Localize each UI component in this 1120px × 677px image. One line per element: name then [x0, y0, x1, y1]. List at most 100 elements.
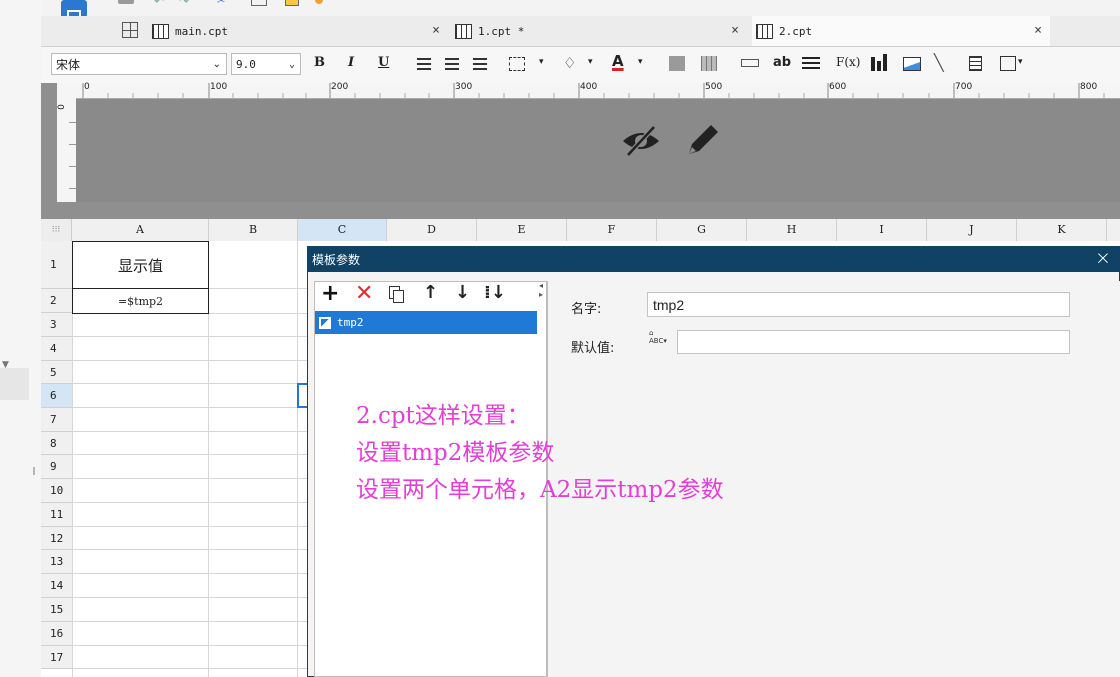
row-header[interactable]: 12: [41, 527, 72, 550]
sort-icon[interactable]: ⁞↓: [484, 282, 506, 304]
format-painter-icon[interactable]: [315, 0, 323, 4]
align-right-icon[interactable]: [473, 58, 487, 70]
collapse-arrow-icon[interactable]: ▼: [2, 360, 9, 370]
chevron-down-icon[interactable]: ▾: [1018, 57, 1023, 67]
font-size-select[interactable]: 9.0 ⌄: [231, 53, 301, 75]
column-header[interactable]: D: [387, 219, 477, 241]
chevron-down-icon: ⌄: [288, 58, 295, 70]
add-icon[interactable]: +: [321, 281, 339, 307]
cut-icon[interactable]: ✂: [217, 0, 225, 7]
column-header[interactable]: B: [209, 219, 298, 241]
chart-icon[interactable]: [871, 57, 875, 71]
paste-icon[interactable]: [285, 0, 299, 6]
hide-icon[interactable]: [620, 123, 662, 159]
diagonal-line-icon[interactable]: ╲: [934, 53, 944, 72]
formula-icon[interactable]: F(x): [836, 55, 860, 69]
left-panel-selected-item[interactable]: [0, 368, 29, 400]
save-icon[interactable]: [118, 0, 134, 4]
value-type-icon[interactable]: ⌂ ABC▾: [649, 329, 671, 353]
resize-handle-icon[interactable]: ‖: [32, 466, 36, 475]
cell-a1[interactable]: 显示值: [72, 241, 209, 289]
chevron-down-icon[interactable]: ▾: [539, 57, 544, 67]
row-header[interactable]: 5: [41, 361, 72, 384]
name-input[interactable]: tmp2: [647, 292, 1070, 317]
column-header[interactable]: K: [1017, 219, 1107, 241]
fill-color-icon[interactable]: ♢: [563, 54, 576, 72]
row-header[interactable]: 7: [41, 408, 72, 432]
column-header[interactable]: A: [72, 219, 209, 241]
row-header[interactable]: 15: [41, 598, 72, 622]
annotation-line-2: 设置tmp2模板参数: [356, 440, 555, 466]
column-header[interactable]: C: [298, 219, 387, 241]
row-header[interactable]: 1: [41, 241, 72, 289]
new-report-icon[interactable]: [122, 22, 138, 38]
cell-a2[interactable]: =$tmp2: [72, 288, 209, 314]
move-up-icon[interactable]: ↑: [423, 282, 438, 304]
column-header[interactable]: E: [477, 219, 567, 241]
redo-icon[interactable]: ↷: [179, 0, 189, 8]
row-header[interactable]: 14: [41, 574, 72, 598]
split-cells-icon[interactable]: [701, 56, 717, 71]
row-header[interactable]: 10: [41, 479, 72, 503]
copy-icon[interactable]: [251, 0, 267, 6]
row-header[interactable]: 4: [41, 337, 72, 361]
row-header[interactable]: 17: [41, 646, 72, 669]
row-header[interactable]: 8: [41, 432, 72, 455]
edit-pencil-icon[interactable]: [683, 120, 723, 160]
ruler-tick-label: 400: [580, 82, 598, 92]
text-ab-icon[interactable]: ab: [773, 55, 791, 70]
column-header[interactable]: H: [747, 219, 837, 241]
horizontal-ruler: 0 100 200 300 400 500 600 700 800: [76, 82, 1120, 99]
border-icon[interactable]: [509, 57, 525, 71]
column-header[interactable]: F: [567, 219, 657, 241]
row-header[interactable]: 11: [41, 503, 72, 527]
chevron-down-icon[interactable]: ▾: [588, 57, 593, 67]
row-header[interactable]: 6: [41, 384, 72, 408]
cell-border-icon[interactable]: [1000, 56, 1016, 71]
column-header[interactable]: J: [927, 219, 1017, 241]
select-all-corner[interactable]: ⁝⁝⁝: [41, 219, 72, 241]
align-center-icon[interactable]: [445, 58, 459, 70]
annotation-line-3: 设置两个单元格，A2显示tmp2参数: [356, 477, 724, 503]
italic-button[interactable]: I: [348, 55, 354, 70]
image-icon[interactable]: [903, 57, 921, 71]
close-tab-icon[interactable]: ×: [1034, 23, 1042, 38]
underline-button[interactable]: U: [378, 55, 389, 70]
tab-main-cpt[interactable]: main.cpt ×: [152, 16, 448, 46]
left-panel: ▼ ‖: [0, 0, 42, 677]
parameter-list-item[interactable]: tmp2: [315, 311, 537, 334]
move-down-icon[interactable]: ↓: [455, 282, 470, 304]
cpt-file-icon: [756, 23, 773, 39]
default-value-label: 默认值:: [571, 341, 615, 356]
row-header[interactable]: 16: [41, 622, 72, 646]
row-header[interactable]: 13: [41, 550, 72, 574]
undo-icon[interactable]: ↶: [154, 0, 164, 8]
selected-cell[interactable]: [297, 383, 307, 408]
row-header[interactable]: 3: [41, 313, 72, 337]
close-tab-icon[interactable]: ×: [731, 23, 739, 38]
row-header[interactable]: 9: [41, 455, 72, 479]
list-icon[interactable]: [802, 57, 820, 70]
delete-icon[interactable]: ✕: [355, 281, 373, 307]
main-toolbar: ↶ ↷ ✂: [41, 0, 1120, 16]
row-header[interactable]: 2: [41, 289, 72, 313]
annotation-line-1: 2.cpt这样设置：: [356, 403, 530, 429]
page-icon[interactable]: [969, 56, 982, 71]
ruler-tick-label: 800: [1080, 82, 1098, 92]
font-color-icon[interactable]: A: [612, 52, 624, 70]
tab-2-cpt[interactable]: 2.cpt ×: [752, 16, 1050, 46]
close-tab-icon[interactable]: ×: [432, 23, 440, 38]
ruler-tick-label: 0: [84, 82, 90, 92]
column-header[interactable]: G: [657, 219, 747, 241]
font-family-select[interactable]: 宋体 ⌄: [51, 53, 227, 75]
chevron-down-icon[interactable]: ▾: [638, 57, 643, 67]
bold-button[interactable]: B: [314, 55, 325, 70]
merge-cells-icon[interactable]: [669, 56, 685, 71]
scroll-arrows-icon[interactable]: ◂ ▸: [539, 281, 543, 299]
tab-1-cpt[interactable]: 1.cpt * ×: [455, 16, 747, 46]
align-left-icon[interactable]: [417, 58, 431, 70]
default-value-input[interactable]: [677, 330, 1070, 354]
column-header[interactable]: I: [837, 219, 927, 241]
text-field-icon[interactable]: [741, 59, 759, 67]
dialog-close-icon[interactable]: ×: [1095, 247, 1111, 269]
